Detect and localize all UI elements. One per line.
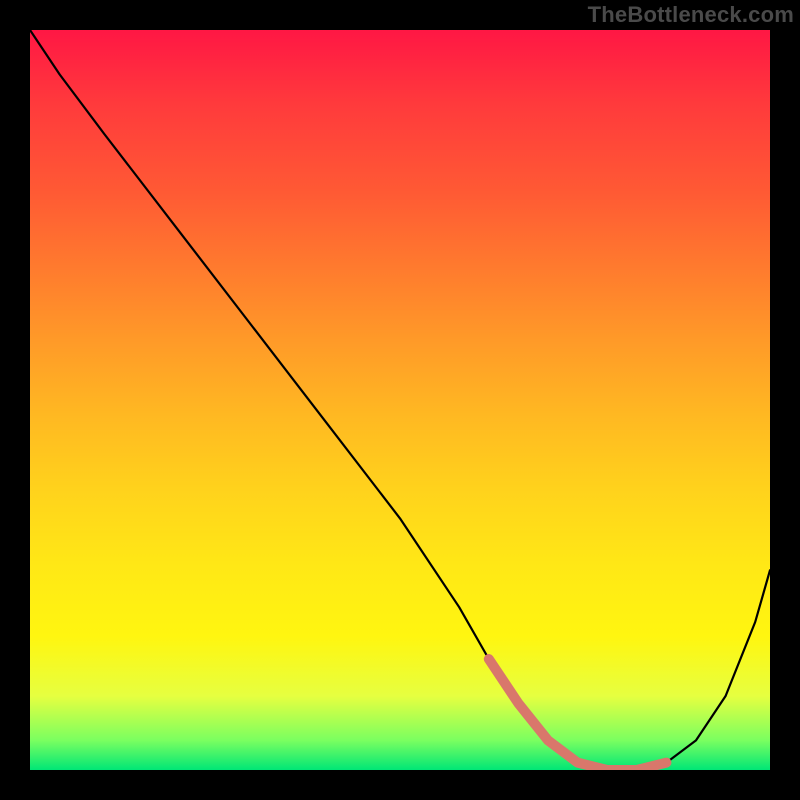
highlight-segment xyxy=(489,659,667,770)
plot-area xyxy=(30,30,770,770)
watermark-text: TheBottleneck.com xyxy=(588,2,794,28)
chart-frame: TheBottleneck.com xyxy=(0,0,800,800)
chart-svg xyxy=(30,30,770,770)
curve-line xyxy=(30,30,770,770)
